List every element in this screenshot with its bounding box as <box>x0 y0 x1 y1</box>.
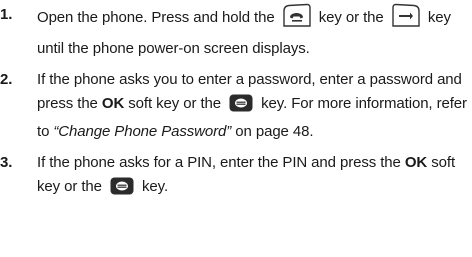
end-key-icon <box>391 3 421 37</box>
step-number: 3. <box>0 154 13 171</box>
step-text: Open the phone. Press and hold the <box>37 9 275 26</box>
instruction-steps: 1. Open the phone. Press and hold the ke… <box>0 3 472 210</box>
end-power-key-icon <box>282 3 312 37</box>
cross-reference: “Change Phone Password” <box>53 123 232 140</box>
softkey-label: OK <box>404 154 428 171</box>
step-text: key. <box>142 178 169 195</box>
step-number: 2. <box>0 71 13 88</box>
step-number: 1. <box>0 6 13 23</box>
step-text: If the phone asks for a PIN, enter the P… <box>37 154 401 171</box>
step-3: 3. If the phone asks for a PIN, enter th… <box>0 151 472 203</box>
step-1: 1. Open the phone. Press and hold the ke… <box>0 3 472 61</box>
step-text: soft key or the <box>128 95 221 112</box>
step-text: on page 48. <box>235 123 314 140</box>
step-text: key or the <box>318 9 384 26</box>
softkey-label: OK <box>101 95 125 112</box>
ok-key-icon <box>110 177 134 203</box>
step-2: 2. If the phone asks you to enter a pass… <box>0 68 472 144</box>
ok-key-icon <box>229 94 253 120</box>
